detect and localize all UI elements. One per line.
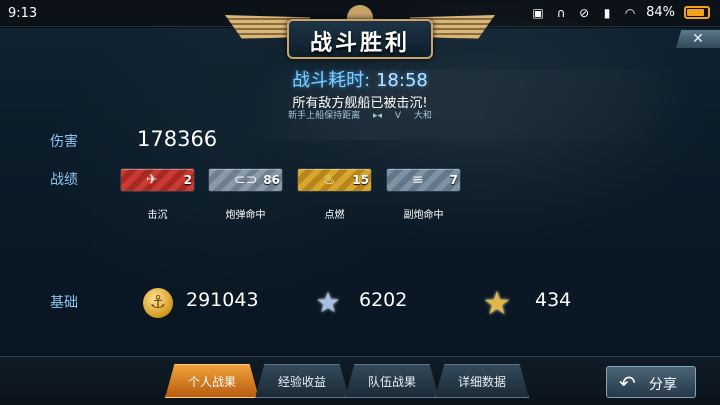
share-button[interactable]: ↶ 分享: [606, 366, 696, 398]
tab-personal-result[interactable]: 个人战果: [165, 364, 259, 398]
victory-banner: 战斗胜利: [225, 5, 495, 63]
shell-icon: ⊂⊃: [234, 172, 258, 188]
battery-icon: [684, 6, 710, 19]
medal-label: 击沉: [147, 210, 168, 221]
exp-value: 6202: [359, 289, 408, 311]
share-arrow-icon: ↶: [619, 371, 636, 395]
tab-detailed-data[interactable]: 详细数据: [435, 364, 529, 398]
medal-sink[interactable]: ✈ 2: [120, 168, 195, 192]
kill-arrow-icon: ▸◂: [372, 111, 382, 121]
kill-feed: 新手上船保持距离 ▸◂ V 大和: [0, 108, 720, 121]
duration-label: 战斗耗时:: [292, 70, 371, 91]
coin-value: 291043: [186, 289, 259, 311]
status-icons: ▣ ∩ ⊘ ▮ ◠ 84%: [531, 5, 710, 20]
share-label: 分享: [649, 377, 677, 393]
result-tabs: 个人战果 经验收益 队伍战果 详细数据: [165, 364, 529, 400]
tab-team-result[interactable]: 队伍战果: [345, 364, 439, 398]
plane-icon: ✈: [146, 172, 158, 188]
notification-icon: ▣: [532, 5, 544, 20]
gold-star-icon: ★: [482, 284, 512, 322]
status-time: 9:13: [8, 6, 38, 21]
medal-label: 点燃: [324, 210, 345, 221]
wifi-icon: ◠: [624, 5, 636, 20]
medal-ignite[interactable]: ♨ 15: [297, 168, 372, 192]
medal-shell-hit[interactable]: ⊂⊃ 86: [208, 168, 283, 192]
medal-label: 炮弹命中: [225, 210, 266, 221]
tip-left: 新手上船保持距离: [288, 111, 361, 121]
headphones-icon: ∩: [556, 5, 566, 20]
medal-secondary-hit[interactable]: ≡ 7: [386, 168, 461, 192]
record-label: 战绩: [50, 172, 78, 188]
damage-label: 伤害: [50, 134, 78, 150]
battle-duration: 战斗耗时: 18:58: [0, 66, 720, 92]
medal-label: 副炮命中: [403, 210, 444, 221]
mute-icon: ⊘: [579, 5, 590, 20]
coin-icon: ⚓: [143, 288, 173, 318]
tip-right: 大和: [413, 111, 432, 121]
page-title: 战斗胜利: [309, 31, 410, 56]
duration-value: 18:58: [375, 70, 428, 91]
battery-percent: 84%: [646, 5, 675, 20]
close-button[interactable]: ✕: [676, 30, 720, 48]
medal-count: 15: [352, 173, 369, 187]
secondary-gun-icon: ≡: [412, 172, 424, 188]
medal-count: 2: [183, 173, 192, 187]
gold-star-value: 434: [535, 289, 572, 311]
base-label: 基础: [50, 295, 78, 311]
fire-icon: ♨: [323, 172, 336, 188]
medal-count: 7: [449, 173, 458, 187]
tab-exp-gain[interactable]: 经验收益: [255, 364, 349, 398]
tip-mid: V: [394, 111, 402, 121]
signal-icon: ▮: [603, 5, 611, 20]
medal-count: 86: [263, 173, 280, 187]
damage-value: 178366: [137, 127, 218, 151]
silver-star-icon: ★: [315, 286, 341, 319]
